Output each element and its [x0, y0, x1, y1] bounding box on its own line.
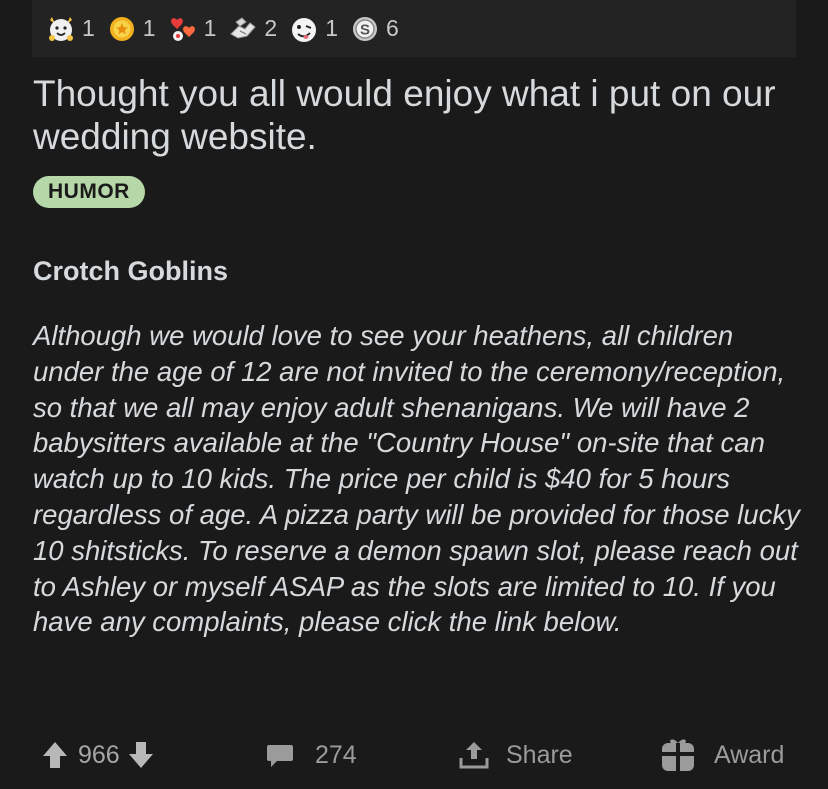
award-count: 2 — [264, 15, 278, 41]
heart-eyes-icon — [168, 14, 198, 44]
award-count: 1 — [82, 15, 95, 41]
share-icon — [459, 742, 489, 769]
comments-button[interactable]: 274 — [265, 730, 357, 780]
award-label: Award — [714, 740, 785, 769]
award-silver[interactable]: S 6 — [350, 14, 399, 44]
post-flair[interactable]: HUMOR — [33, 176, 145, 208]
wholesome-cat-icon — [46, 14, 76, 44]
award-count: 1 — [325, 15, 338, 41]
upvote-button[interactable] — [42, 740, 68, 770]
silly-face-icon — [289, 14, 319, 44]
comment-count: 274 — [315, 740, 357, 769]
gold-medal-icon — [107, 14, 137, 44]
awards-bar: 1 1 1 2 1 S 6 — [32, 0, 796, 57]
helping-hand-icon — [228, 14, 258, 44]
post-title[interactable]: Thought you all would enjoy what i put o… — [33, 72, 793, 158]
award-count: 1 — [142, 15, 156, 41]
downvote-button[interactable] — [128, 740, 154, 770]
vote-group: 966 — [42, 730, 154, 780]
share-label: Share — [506, 740, 573, 769]
downvote-arrow-icon — [128, 742, 153, 768]
award-wholesome[interactable]: 1 — [46, 14, 95, 44]
upvote-arrow-icon — [43, 742, 67, 768]
vote-count: 966 — [78, 740, 120, 769]
post-action-bar: 966 274 Share Award — [0, 730, 828, 780]
award-helping-hand[interactable]: 2 — [228, 14, 277, 44]
award-button[interactable]: Award — [660, 730, 784, 780]
comment-icon — [267, 745, 293, 767]
svg-text:S: S — [360, 21, 370, 38]
award-gold[interactable]: 1 — [107, 14, 156, 44]
silver-coin-icon: S — [350, 14, 380, 44]
award-count: 1 — [203, 15, 217, 41]
gift-icon — [662, 739, 694, 771]
award-silly[interactable]: 1 — [289, 14, 338, 44]
share-button[interactable]: Share — [458, 730, 573, 780]
post-body-heading: Crotch Goblins — [33, 256, 228, 286]
post-body-text: Although we would love to see your heath… — [33, 320, 800, 638]
award-heart-eyes[interactable]: 1 — [168, 14, 217, 44]
award-count: 6 — [385, 15, 399, 41]
